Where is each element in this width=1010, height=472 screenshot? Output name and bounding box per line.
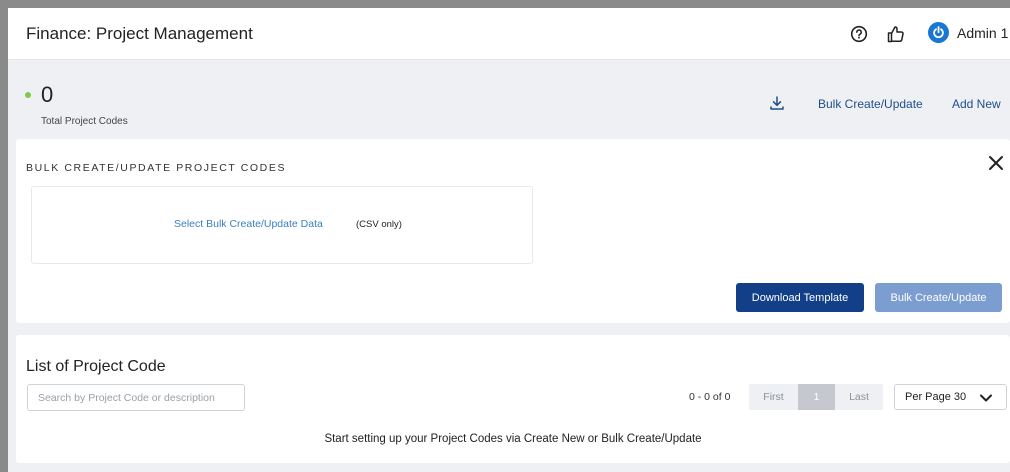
total-count: 0 — [41, 82, 54, 107]
download-icon[interactable] — [769, 95, 785, 111]
bulk-create-update-link[interactable]: Bulk Create/Update — [818, 97, 923, 111]
help-icon[interactable] — [848, 23, 870, 45]
bulk-panel: BULK CREATE/UPDATE PROJECT CODES Select … — [16, 139, 1010, 323]
page-last-button[interactable]: Last — [835, 384, 883, 410]
empty-state-message: Start setting up your Project Codes via … — [324, 433, 702, 445]
file-dropzone[interactable]: Select Bulk Create/Update Data (CSV only… — [31, 186, 533, 264]
app-frame: Finance: Project Management Admin 1 0 To… — [8, 8, 1010, 472]
page-current-button[interactable]: 1 — [798, 384, 835, 410]
power-icon — [928, 22, 949, 43]
close-icon[interactable] — [986, 153, 1006, 173]
user-name: Admin 1 — [957, 24, 1009, 41]
thumbs-up-icon[interactable] — [885, 23, 907, 45]
bulk-create-update-button[interactable]: Bulk Create/Update — [875, 283, 1002, 312]
add-new-link[interactable]: Add New — [952, 97, 1001, 111]
user-menu[interactable]: Admin 1 — [928, 22, 1008, 43]
status-dot — [25, 92, 31, 98]
pagination: First 1 Last — [749, 384, 883, 410]
page-title: Finance: Project Management — [26, 24, 253, 43]
bulk-panel-title: BULK CREATE/UPDATE PROJECT CODES — [26, 162, 287, 174]
csv-only-note: (CSV only) — [356, 219, 402, 230]
pagination-range: 0 - 0 of 0 — [689, 391, 731, 403]
download-template-button[interactable]: Download Template — [736, 283, 864, 312]
page-first-button[interactable]: First — [749, 384, 798, 410]
search-input[interactable] — [27, 384, 245, 411]
list-panel: List of Project Code 0 - 0 of 0 First 1 … — [16, 335, 1010, 463]
per-page-select[interactable]: Per Page 30 — [894, 384, 1007, 410]
chevron-down-icon — [979, 391, 993, 403]
total-count-label: Total Project Codes — [41, 116, 128, 127]
top-bar: Finance: Project Management Admin 1 — [8, 8, 1010, 60]
per-page-label: Per Page 30 — [905, 391, 967, 403]
list-title: List of Project Code — [26, 358, 166, 375]
select-file-link[interactable]: Select Bulk Create/Update Data — [174, 218, 323, 230]
